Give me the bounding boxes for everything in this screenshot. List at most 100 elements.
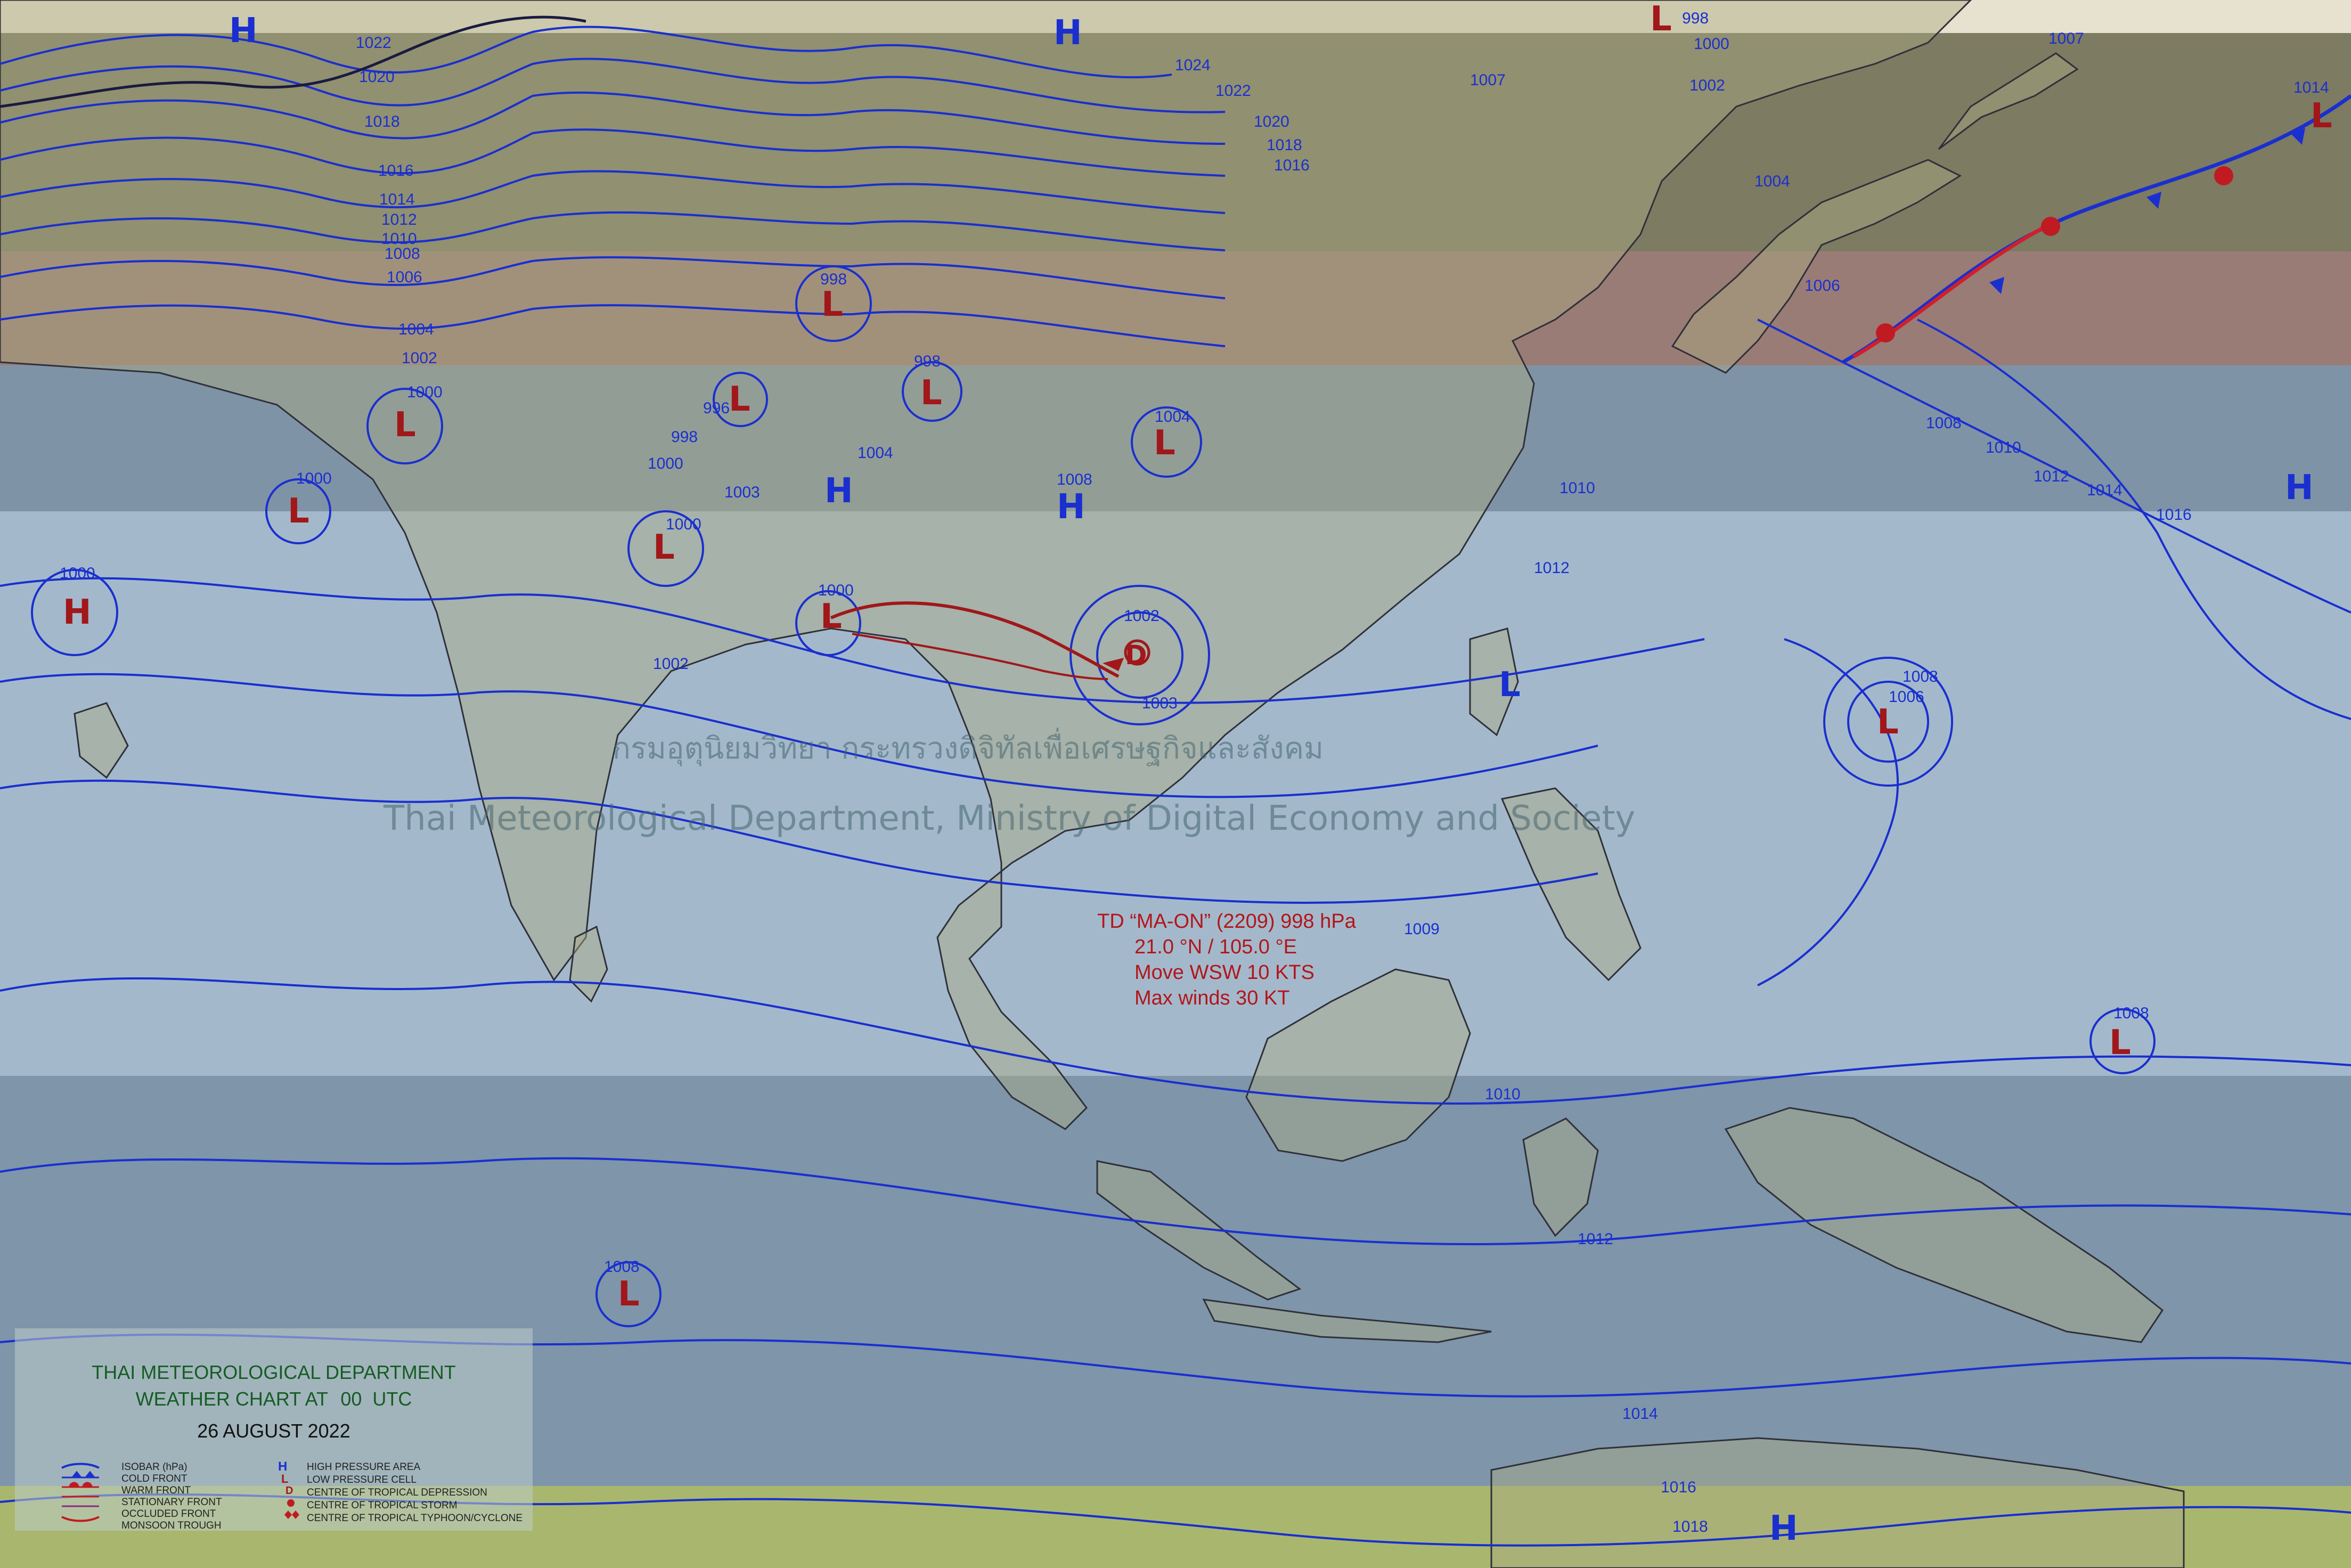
isobar-label: 1000: [1694, 35, 1729, 53]
isobar-label: 1016: [1661, 1479, 1696, 1496]
isobar-label: 1014: [2293, 79, 2329, 96]
isobar-label: 998: [1682, 10, 1709, 27]
chart-legend: THAI METEOROLOGICAL DEPARTMENT WEATHER C…: [15, 1328, 533, 1531]
low-pressure-symbol: L: [288, 492, 309, 531]
high-pressure-symbol: L: [1499, 665, 1521, 705]
isobar-label: 1018: [364, 113, 400, 130]
legend-title: THAI METEOROLOGICAL DEPARTMENT: [92, 1361, 456, 1383]
isobar-label: 1016: [378, 162, 414, 179]
low-pressure-symbol: L: [618, 1275, 640, 1314]
isobar-label: 1008: [1926, 414, 1962, 432]
legend-key-stationary-front: STATIONARY FRONT: [121, 1497, 222, 1508]
isobar-label: 1012: [2034, 468, 2069, 485]
isobar-label: 1002: [402, 349, 437, 367]
isobar-label: 1004: [1155, 408, 1190, 426]
isobar-label: 1004: [398, 321, 434, 338]
isobar-label: 1006: [1805, 277, 1840, 295]
watermark-english: Thai Meteorological Department, Ministry…: [383, 799, 1636, 838]
isobar-label: 1002: [653, 655, 689, 673]
isobar-label: 1020: [359, 68, 395, 86]
isobar-label: 1010: [1986, 439, 2021, 456]
cold-front-key-icon: [62, 1471, 99, 1479]
storm-max-winds: Max winds 30 KT: [1134, 987, 1290, 1009]
isobar-label: 1022: [1215, 82, 1251, 100]
isobar-label: 1000: [407, 383, 443, 401]
low-pressure-symbol: L: [820, 597, 842, 636]
legend-key-tropical-depression: CENTRE OF TROPICAL DEPRESSION: [307, 1487, 487, 1498]
low-pressure-symbol: L: [1154, 423, 1176, 463]
isobar-label: 1000: [648, 455, 683, 472]
high-pressure-symbol: H: [1057, 487, 1085, 527]
low-pressure-symbol: L: [920, 373, 942, 413]
isobar-label: 1024: [1175, 56, 1211, 74]
legend-key-cold-front: COLD FRONT: [121, 1473, 187, 1484]
isobar-label: 1012: [1534, 559, 1570, 577]
isobar-label: 1012: [381, 211, 417, 228]
isobar-label: 998: [914, 353, 941, 370]
legend-key-typhoon: CENTRE OF TROPICAL TYPHOON/CYCLONE: [307, 1513, 523, 1524]
isobar-label: 1006: [387, 268, 422, 286]
low-pressure-symbol: L: [394, 405, 416, 445]
isobar-label: 1008: [1903, 668, 1938, 685]
legend-storm-symbols: [284, 1499, 299, 1519]
tropical-storm-key-icon: [287, 1499, 295, 1507]
isobar-label: 1000: [60, 565, 95, 582]
legend-key-occluded-front: OCCLUDED FRONT: [121, 1508, 216, 1520]
isobar-label: 1014: [2087, 481, 2123, 499]
low-pressure-symbol: L: [2109, 1023, 2131, 1063]
isobar-label: 1020: [1254, 113, 1289, 130]
isobar-label: 1002: [1689, 77, 1725, 94]
high-pressure-symbol: H: [2285, 468, 2314, 508]
legend-key-low-pressure: LOW PRESSURE CELL: [307, 1474, 417, 1485]
legend-key-high-pressure: HIGH PRESSURE AREA: [307, 1461, 421, 1473]
warm-front-key-icon: [62, 1482, 99, 1488]
legend-chart-time-prefix: WEATHER CHART AT: [135, 1388, 328, 1410]
isobar-label: 1006: [1889, 688, 1924, 706]
isobar-label: 1009: [1404, 920, 1440, 938]
storm-position: 21.0 °N / 105.0 °E: [1134, 936, 1297, 958]
isobar-label: 1003: [724, 484, 760, 501]
legend-chart-time-suffix: UTC: [372, 1388, 412, 1410]
legend-symbols-left: [61, 1463, 100, 1522]
isobar-key-icon: [61, 1463, 100, 1469]
isobar-label: 1003: [1142, 695, 1178, 712]
isobar-label: 1010: [1560, 479, 1595, 497]
low-pressure-symbol: L: [729, 380, 750, 419]
typhoon-key-icon: [284, 1510, 299, 1519]
isobar-label: 1008: [604, 1258, 640, 1276]
low-pressure-symbol: L: [1877, 703, 1899, 742]
isobar-label: 1018: [1267, 136, 1302, 154]
isobar-label: 998: [671, 428, 698, 446]
isobar-label: 1000: [666, 516, 701, 533]
isobar-label: 1012: [1578, 1230, 1613, 1248]
isobar-label: 996: [703, 399, 730, 417]
isobar-label: 1002: [1124, 607, 1160, 625]
high-pressure-symbol: H: [229, 11, 258, 51]
legend-low-symbol: L: [281, 1472, 289, 1485]
legend-chart-time-hour: 00: [340, 1388, 362, 1410]
isobar-label: 1016: [1274, 157, 1310, 174]
low-pressure-symbol: L: [653, 528, 675, 567]
high-pressure-symbol: H: [1769, 1509, 1798, 1548]
isobar-label: 1007: [2048, 30, 2084, 47]
low-pressure-symbol: H: [63, 593, 92, 632]
isobar-label: 1008: [385, 245, 420, 263]
legend-key-monsoon-trough: MONSOON TROUGH: [121, 1520, 222, 1531]
low-pressure-symbol: L: [821, 285, 843, 324]
storm-name: TD “MA-ON” (2209) 998 hPa: [1097, 910, 1356, 933]
legend-chart-time: WEATHER CHART AT 00 UTC: [15, 1388, 533, 1410]
isobar-label: 1014: [379, 191, 415, 208]
isobar-label: 1014: [1622, 1405, 1658, 1423]
legend-date: 26 AUGUST 2022: [197, 1420, 350, 1442]
front-system: [1842, 94, 2351, 364]
isobar-label: 1004: [858, 444, 893, 462]
isobar-label: 1008: [1057, 471, 1092, 488]
legend-key-tropical-storm: CENTRE OF TROPICAL STORM: [307, 1500, 458, 1511]
isobar-label: 1000: [818, 582, 854, 599]
high-pressure-symbol: H: [1054, 13, 1082, 53]
isobar-label: 1016: [2156, 506, 2192, 524]
isobar-label: 1022: [356, 34, 391, 52]
storm-annotation: TD “MA-ON” (2209) 998 hPa 21.0 °N / 105.…: [1097, 909, 1395, 1011]
isobar-label: 1018: [1672, 1518, 1708, 1536]
isobar-label: 1000: [296, 470, 332, 487]
